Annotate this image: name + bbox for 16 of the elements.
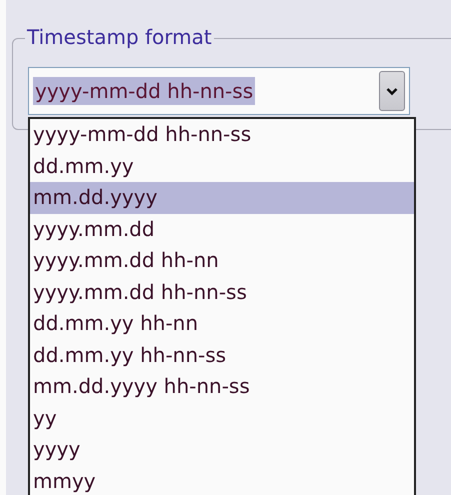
dropdown-option[interactable]: dd.mm.yy bbox=[30, 150, 414, 182]
dropdown-value: yyyy-mm-dd hh-nn-ss bbox=[33, 77, 256, 105]
dropdown-option[interactable]: yy bbox=[30, 402, 414, 434]
dropdown-option[interactable]: mm.dd.yyyy bbox=[30, 182, 414, 214]
dropdown-option[interactable]: yyyy bbox=[30, 434, 414, 466]
dropdown-option[interactable]: yyyy.mm.dd bbox=[30, 214, 414, 245]
dropdown-option[interactable]: dd.mm.yy hh-nn-ss bbox=[30, 340, 414, 371]
dropdown-option[interactable]: yyyy.mm.dd hh-nn-ss bbox=[30, 276, 414, 308]
format-dropdown[interactable]: yyyy-mm-dd hh-nn-ss bbox=[28, 67, 410, 115]
dropdown-button[interactable] bbox=[379, 71, 405, 111]
dropdown-option[interactable]: mmyy bbox=[30, 466, 414, 495]
dropdown-option[interactable]: dd.mm.yy hh-nn bbox=[30, 308, 414, 340]
dropdown-option[interactable]: yyyy.mm.dd hh-nn bbox=[30, 245, 414, 276]
chevron-down-icon bbox=[386, 86, 398, 96]
dropdown-option[interactable]: mm.dd.yyyy hh-nn-ss bbox=[30, 371, 414, 402]
dropdown-option[interactable]: yyyy-mm-dd hh-nn-ss bbox=[30, 119, 414, 150]
